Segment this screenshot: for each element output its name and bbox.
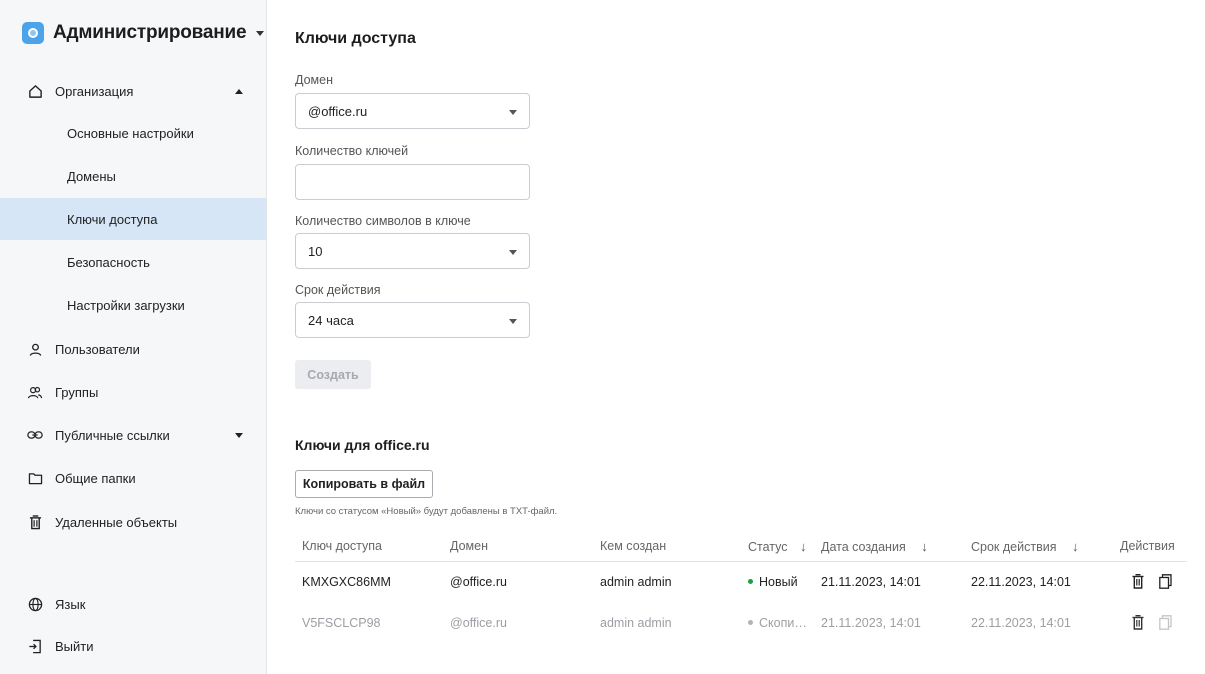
copy-icon[interactable]	[1159, 574, 1173, 590]
page-title: Ключи доступа	[295, 30, 416, 47]
validity-label: Срок действия	[295, 283, 381, 297]
sidebar: Администрирование Организация Основные н…	[0, 0, 267, 674]
key-count-input[interactable]	[296, 165, 529, 199]
status-dot	[748, 579, 753, 585]
trash-icon[interactable]	[1132, 573, 1146, 590]
sidebar-item-security[interactable]: Безопасность	[0, 241, 266, 283]
sort-arrow-icon: ↓	[800, 539, 807, 554]
table-header: Ключ доступа Домен Кем создан Статус ↓ Д…	[295, 530, 1187, 562]
sidebar-item-label: Удаленные объекты	[55, 514, 178, 530]
column-header-domain: Домен	[450, 539, 489, 553]
expires-cell: 22.11.2023, 14:01	[971, 616, 1071, 630]
sidebar-item-public-links[interactable]: Публичные ссылки	[0, 414, 266, 456]
status-text: Новый	[759, 575, 798, 589]
app-switcher[interactable]: Администрирование	[22, 19, 265, 47]
key-cell: KMXGXC86MM	[302, 575, 391, 589]
sidebar-item-shared-folders[interactable]: Общие папки	[0, 457, 266, 499]
column-header-key: Ключ доступа	[302, 539, 382, 553]
sidebar-item-domains[interactable]: Домены	[0, 155, 266, 197]
users-icon	[27, 384, 43, 400]
status-dot	[748, 620, 753, 626]
copy-hint: Ключи со статусом «Новый» будут добавлен…	[295, 506, 558, 517]
sidebar-item-label: Настройки загрузки	[67, 297, 185, 313]
sidebar-item-label: Выйти	[55, 638, 94, 654]
chevron-down-icon	[509, 110, 517, 115]
column-header-created-by: Кем создан	[600, 539, 667, 553]
sidebar-item-label: Публичные ссылки	[55, 427, 170, 443]
sidebar-item-deleted[interactable]: Удаленные объекты	[0, 501, 266, 543]
expires-cell: 22.11.2023, 14:01	[971, 575, 1071, 589]
sidebar-item-label: Язык	[55, 596, 86, 612]
validity-select[interactable]: 24 часа	[295, 302, 530, 338]
trash-icon	[27, 514, 43, 530]
sidebar-item-organization[interactable]: Организация	[0, 70, 266, 112]
key-length-select[interactable]: 10	[295, 233, 530, 269]
sidebar-item-label: Домены	[67, 168, 116, 184]
created-by-cell: admin admin	[600, 575, 672, 589]
chevron-down-icon	[235, 432, 243, 438]
sort-arrow-icon: ↓	[1071, 539, 1079, 554]
column-header-created-at[interactable]: Дата создания ↓	[821, 539, 928, 554]
sidebar-item-language[interactable]: Язык	[0, 583, 266, 625]
created-by-cell: admin admin	[600, 616, 672, 630]
sort-arrow-icon: ↓	[921, 539, 928, 554]
user-icon	[27, 341, 43, 357]
key-count-field[interactable]	[295, 164, 530, 200]
column-header-status[interactable]: Статус ↓	[748, 539, 807, 554]
sidebar-item-label: Безопасность	[67, 254, 150, 270]
domain-select-value: @office.ru	[308, 104, 368, 119]
column-header-created-at-label: Дата создания	[821, 540, 906, 554]
key-count-label: Количество ключей	[295, 144, 409, 158]
folder-icon	[27, 470, 43, 486]
key-length-label: Количество символов в ключе	[295, 214, 471, 228]
copy-icon	[1159, 615, 1173, 631]
globe-icon	[27, 596, 43, 612]
trash-icon[interactable]	[1132, 614, 1146, 631]
sidebar-item-label: Общие папки	[55, 470, 136, 486]
key-length-value: 10	[308, 244, 323, 259]
column-header-status-label: Статус	[748, 540, 788, 554]
sidebar-item-label: Ключи доступа	[67, 211, 158, 227]
link-icon	[27, 427, 43, 443]
chevron-down-icon	[509, 250, 517, 255]
table-row: V5FSCLCP98 @office.ru admin admin Скопи……	[295, 605, 1187, 641]
copy-to-file-button[interactable]: Копировать в файл	[295, 470, 433, 498]
chevron-down-icon	[509, 319, 517, 324]
column-header-expires-label: Срок действия	[971, 540, 1057, 554]
domain-select[interactable]: @office.ru	[295, 93, 530, 129]
status-cell: Скопи…	[748, 616, 807, 630]
sidebar-item-users[interactable]: Пользователи	[0, 328, 266, 370]
chevron-down-icon	[256, 30, 265, 36]
sidebar-item-upload-settings[interactable]: Настройки загрузки	[0, 284, 266, 326]
column-header-expires[interactable]: Срок действия ↓	[971, 539, 1078, 554]
domain-cell: @office.ru	[450, 575, 507, 589]
app-title: Администрирование	[53, 22, 247, 43]
sidebar-item-logout[interactable]: Выйти	[0, 625, 266, 667]
column-header-actions: Действия	[1120, 539, 1175, 553]
home-icon	[27, 83, 43, 99]
key-cell: V5FSCLCP98	[302, 616, 381, 630]
sidebar-item-label: Группы	[55, 384, 99, 400]
create-button[interactable]: Создать	[295, 360, 371, 389]
sidebar-item-label: Пользователи	[55, 341, 140, 357]
chevron-up-icon	[235, 88, 243, 94]
created-at-cell: 21.11.2023, 14:01	[821, 616, 921, 630]
status-cell: Новый	[748, 575, 798, 589]
status-text: Скопи…	[759, 616, 807, 630]
sidebar-item-general-settings[interactable]: Основные настройки	[0, 112, 266, 154]
sidebar-item-access-keys[interactable]: Ключи доступа	[0, 198, 266, 240]
keys-section-title: Ключи для office.ru	[295, 437, 430, 453]
sidebar-item-label: Основные настройки	[67, 125, 194, 141]
sidebar-item-groups[interactable]: Группы	[0, 371, 266, 413]
disc-logo-icon	[22, 22, 44, 44]
created-at-cell: 21.11.2023, 14:01	[821, 575, 921, 589]
logout-icon	[27, 638, 43, 654]
table-row: KMXGXC86MM @office.ru admin admin Новый …	[295, 564, 1187, 600]
domain-cell: @office.ru	[450, 616, 507, 630]
domain-label: Домен	[295, 73, 334, 87]
sidebar-item-label: Организация	[55, 83, 134, 99]
validity-value: 24 часа	[308, 313, 354, 328]
